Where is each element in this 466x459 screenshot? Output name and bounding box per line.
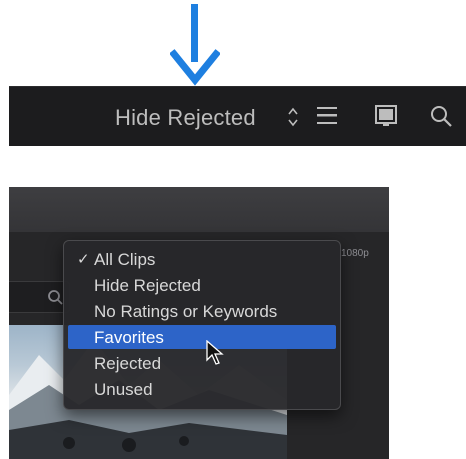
menu-item-label: Unused [94, 380, 153, 399]
filmstrip-icon[interactable] [374, 104, 398, 128]
annotation-arrow [170, 4, 220, 86]
menu-item-label: Favorites [94, 328, 164, 347]
clip-filter-popup[interactable]: Hide Rejected [115, 105, 256, 131]
menu-item-label: Rejected [94, 354, 162, 373]
browser-screenshot: 1080p ✓ All Clips Hide Rejected No Ratin… [9, 187, 389, 459]
resolution-label: 1080p [341, 248, 369, 259]
menu-item-rejected[interactable]: Rejected [68, 351, 336, 375]
mouse-pointer-icon [206, 340, 224, 365]
checkmark-icon: ✓ [77, 251, 90, 268]
menu-item-no-ratings-or-keywords[interactable]: No Ratings or Keywords [68, 299, 336, 323]
menu-item-label: All Clips [94, 250, 156, 269]
menu-item-label: Hide Rejected [94, 276, 201, 295]
search-icon [48, 290, 63, 305]
clip-filter-menu: ✓ All Clips Hide Rejected No Ratings or … [63, 240, 341, 410]
window-titlebar [9, 187, 389, 233]
list-view-icon[interactable] [315, 104, 339, 128]
menu-item-favorites[interactable]: Favorites [68, 325, 336, 349]
search-field[interactable] [9, 281, 70, 313]
browser-toolbar: Hide Rejected [9, 86, 466, 146]
menu-item-all-clips[interactable]: ✓ All Clips [68, 247, 336, 271]
menu-item-label: No Ratings or Keywords [94, 302, 278, 321]
menu-item-hide-rejected[interactable]: Hide Rejected [68, 273, 336, 297]
search-icon[interactable] [429, 104, 453, 128]
menu-item-unused[interactable]: Unused [68, 377, 336, 401]
up-down-chevron-icon [288, 107, 298, 127]
